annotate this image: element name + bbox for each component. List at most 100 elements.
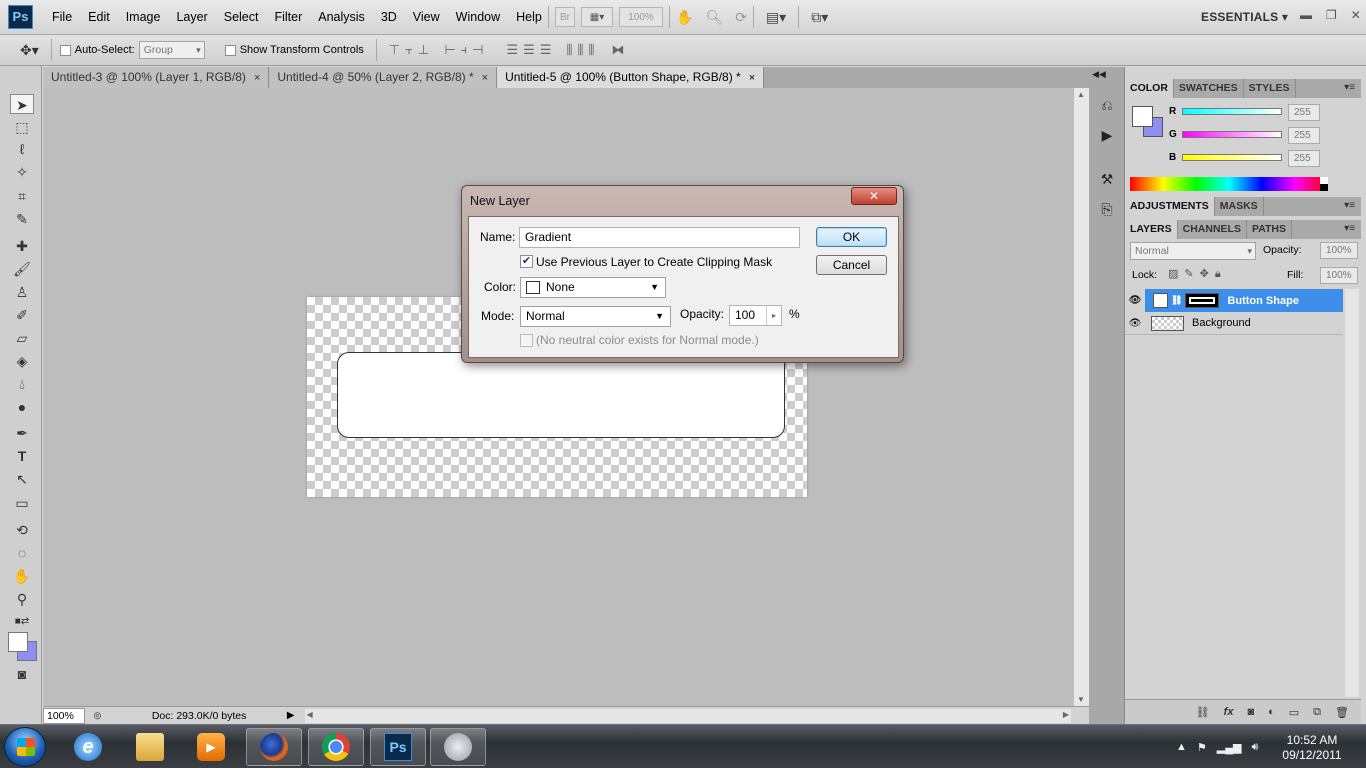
foreground-color-swatch[interactable] — [1132, 106, 1153, 127]
visibility-eye-icon[interactable]: 👁︎ — [1125, 318, 1145, 329]
lock-icons[interactable]: ▨✎✥🔒︎ — [1168, 267, 1227, 281]
scroll-right-icon[interactable]: ▶ — [1063, 710, 1069, 719]
menu-view[interactable]: View — [405, 0, 448, 35]
tab-adjustments[interactable]: ADJUSTMENTS — [1125, 197, 1215, 216]
show-hidden-icons-icon[interactable]: ▲ — [1176, 741, 1187, 753]
visibility-eye-icon[interactable]: 👁︎ — [1125, 289, 1145, 312]
move-tool-icon[interactable]: ➤ — [10, 94, 34, 114]
panel-menu-icon[interactable]: ▾≡ — [1344, 82, 1355, 93]
mask-icon[interactable]: ◙ — [1247, 706, 1254, 718]
blue-value[interactable]: 255 — [1288, 150, 1320, 167]
zoom-field[interactable]: 100% — [43, 707, 85, 724]
scroll-left-icon[interactable]: ◀ — [307, 710, 313, 719]
black-white-ramp[interactable] — [1320, 177, 1328, 191]
tab-untitled-5[interactable]: Untitled-5 @ 100% (Button Shape, RGB/8) … — [497, 67, 765, 88]
layer-name-input[interactable]: Gradient — [519, 227, 800, 248]
tab-layers[interactable]: LAYERS — [1125, 220, 1178, 239]
chain-link-icon[interactable]: ⛓ — [1171, 295, 1182, 306]
align-hcenter-icon[interactable]: ⫞ — [461, 42, 467, 58]
hand-tool-icon[interactable]: ✋ — [676, 9, 693, 26]
tab-styles[interactable]: STYLES — [1244, 79, 1296, 98]
layer-row-background[interactable]: 👁︎ Background — [1125, 312, 1343, 335]
distribute-left-icon[interactable]: ⫼ — [566, 42, 572, 58]
vertical-scrollbar[interactable]: ▲ ▼ — [1074, 88, 1089, 706]
default-colors-icon[interactable]: ■⇄ — [10, 612, 34, 632]
distribute-vcenter-icon[interactable]: ☰ — [523, 42, 535, 58]
clone-stamp-tool-icon[interactable]: ♙ — [10, 282, 34, 302]
restore-icon[interactable]: ❐ — [1326, 8, 1337, 22]
screen-mode-icon[interactable]: ⧉▾ — [811, 9, 828, 26]
green-slider[interactable] — [1182, 131, 1282, 138]
type-tool-icon[interactable]: T — [10, 446, 34, 466]
paint-bucket-tool-icon[interactable]: ◈ — [10, 351, 34, 371]
distribute-bottom-icon[interactable]: ☰ — [540, 42, 552, 58]
adjustment-icon[interactable]: ◐ — [1268, 706, 1275, 718]
rotate-view-icon[interactable]: ⟳ — [735, 9, 747, 26]
3d-rotate-tool-icon[interactable]: ⟲ — [10, 520, 34, 540]
volume-icon[interactable]: 🔊︎ — [1251, 741, 1258, 754]
zoom-level-select[interactable]: 100% — [619, 7, 663, 27]
menu-analysis[interactable]: Analysis — [310, 0, 373, 35]
dialog-close-button[interactable]: ✕ — [851, 187, 897, 205]
menu-help[interactable]: Help — [508, 0, 550, 35]
network-icon[interactable]: ▂▄▆ — [1217, 741, 1242, 754]
close-icon[interactable]: ✕ — [1351, 8, 1361, 22]
close-icon[interactable]: × — [482, 72, 488, 84]
red-value[interactable]: 255 — [1288, 104, 1320, 121]
menu-image[interactable]: Image — [118, 0, 169, 35]
history-brush-tool-icon[interactable]: ✐ — [10, 305, 34, 325]
opacity-input[interactable]: 100 ▸ — [729, 305, 782, 326]
close-icon[interactable]: × — [749, 72, 755, 84]
panel-menu-icon[interactable]: ▾≡ — [1344, 200, 1355, 211]
horizontal-scrollbar[interactable]: ◀ ▶ — [304, 708, 1071, 723]
foreground-color-swatch[interactable] — [8, 632, 28, 652]
tab-untitled-4[interactable]: Untitled-4 @ 50% (Layer 2, RGB/8) * × — [269, 67, 498, 88]
opacity-slider-icon[interactable]: ▸ — [766, 306, 781, 325]
layers-scrollbar[interactable] — [1345, 289, 1359, 697]
align-right-icon[interactable]: ⊣ — [472, 42, 483, 58]
trash-icon[interactable]: 🗑︎ — [1335, 706, 1349, 719]
auto-select-checkbox[interactable] — [59, 44, 71, 56]
blur-tool-icon[interactable]: 💧︎ — [10, 374, 34, 394]
view-extras-button[interactable]: ▦▾ — [581, 7, 613, 27]
green-value[interactable]: 255 — [1288, 127, 1320, 144]
clock[interactable]: 10:52 AM 09/12/2011 — [1272, 733, 1352, 763]
new-layer-icon[interactable]: ⧉ — [1313, 706, 1321, 719]
lasso-tool-icon[interactable]: ℓ — [10, 139, 34, 159]
path-selection-tool-icon[interactable]: ↖ — [10, 469, 34, 489]
tab-untitled-3[interactable]: Untitled-3 @ 100% (Layer 1, RGB/8) × — [43, 67, 270, 88]
collapse-icon[interactable]: ◀◀ — [1092, 69, 1106, 80]
close-icon[interactable]: × — [254, 72, 260, 84]
media-player-icon[interactable]: ▶ — [183, 728, 239, 766]
hand-tool-icon[interactable]: ✋ — [10, 566, 34, 586]
menu-3d[interactable]: 3D — [373, 0, 405, 35]
distribute-hcenter-icon[interactable]: ⫼ — [577, 42, 583, 58]
start-button[interactable] — [4, 727, 46, 767]
auto-align-icon[interactable]: ⧓ — [611, 42, 624, 58]
link-icon[interactable]: ⛓ — [1196, 706, 1210, 719]
actions-panel-icon[interactable]: ▶ — [1097, 125, 1117, 145]
color-spectrum[interactable] — [1130, 177, 1328, 191]
magic-wand-tool-icon[interactable]: ✧ — [10, 162, 34, 182]
blend-mode-select[interactable]: Normal — [1130, 242, 1256, 260]
panel-menu-icon[interactable]: ▾≡ — [1344, 223, 1355, 234]
clone-source-icon[interactable]: ⎘ — [1097, 199, 1117, 219]
pen-tool-icon[interactable]: ✒ — [10, 423, 34, 443]
distribute-right-icon[interactable]: ⫼ — [588, 42, 594, 58]
menu-window[interactable]: Window — [448, 0, 508, 35]
zoom-tool-icon[interactable]: ⚲ — [10, 589, 34, 609]
3d-orbit-tool-icon[interactable]: ◌ — [10, 543, 34, 563]
app-icon[interactable] — [430, 728, 486, 766]
move-tool-preset-icon[interactable]: ✥▾ — [20, 42, 39, 59]
tab-masks[interactable]: MASKS — [1215, 197, 1264, 216]
photoshop-icon[interactable]: Ps — [370, 728, 426, 766]
align-bottom-icon[interactable]: ⊥ — [418, 42, 429, 58]
ok-button[interactable]: OK — [816, 227, 887, 247]
layer-opacity-field[interactable]: 100% — [1320, 242, 1358, 259]
crop-tool-icon[interactable]: ⌗ — [10, 186, 34, 206]
tab-swatches[interactable]: SWATCHES — [1174, 79, 1244, 98]
minimize-icon[interactable]: ▬ — [1300, 8, 1312, 22]
distribute-top-icon[interactable]: ☰ — [507, 42, 519, 58]
scroll-down-icon[interactable]: ▼ — [1077, 695, 1085, 704]
show-transform-checkbox[interactable] — [224, 44, 236, 56]
